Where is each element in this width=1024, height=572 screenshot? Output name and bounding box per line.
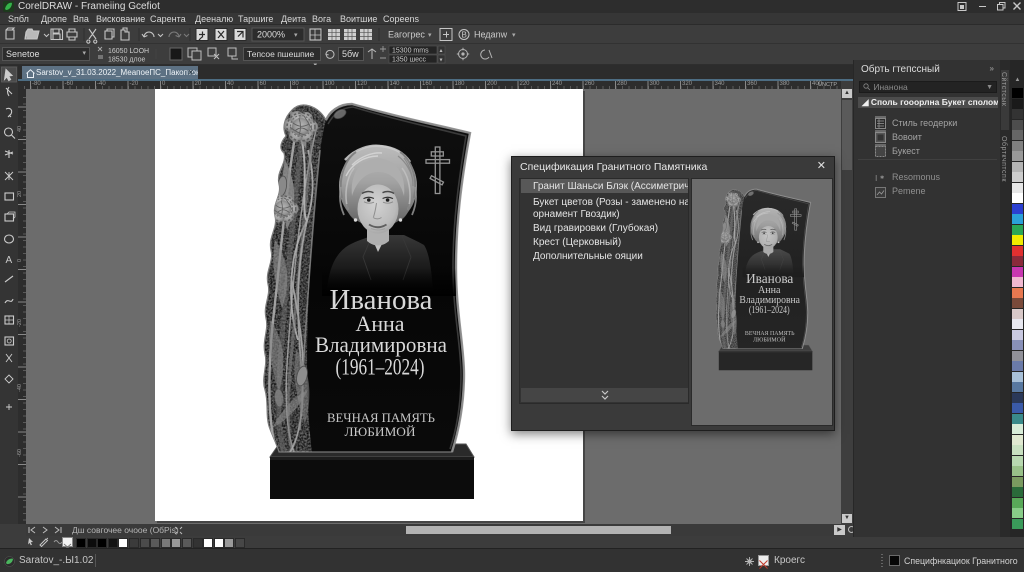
svg-text:▾: ▾: [440, 58, 443, 64]
svg-text:▾: ▾: [294, 32, 298, 39]
svg-text:18530 длое: 18530 длое: [108, 57, 146, 64]
svg-text:15300 mms: 15300 mms: [392, 48, 429, 55]
svg-text:▾: ▾: [428, 32, 432, 39]
svg-text:Недаnw: Недаnw: [474, 30, 508, 40]
svg-text:Ⅰ: Ⅰ: [875, 174, 877, 183]
svg-text:▴: ▴: [440, 48, 443, 54]
svg-text:Еагогрес: Еагогрес: [388, 30, 425, 40]
svg-text:✱: ✱: [880, 175, 884, 181]
svg-text:2000%: 2000%: [257, 30, 285, 40]
svg-text:1350 шесс: 1350 шесс: [392, 57, 427, 64]
svg-text:16050 ԼООН: 16050 ԼООН: [108, 47, 149, 55]
svg-text:B: B: [462, 31, 467, 40]
svg-text:A: A: [6, 255, 13, 266]
svg-text:▾: ▾: [512, 32, 516, 39]
